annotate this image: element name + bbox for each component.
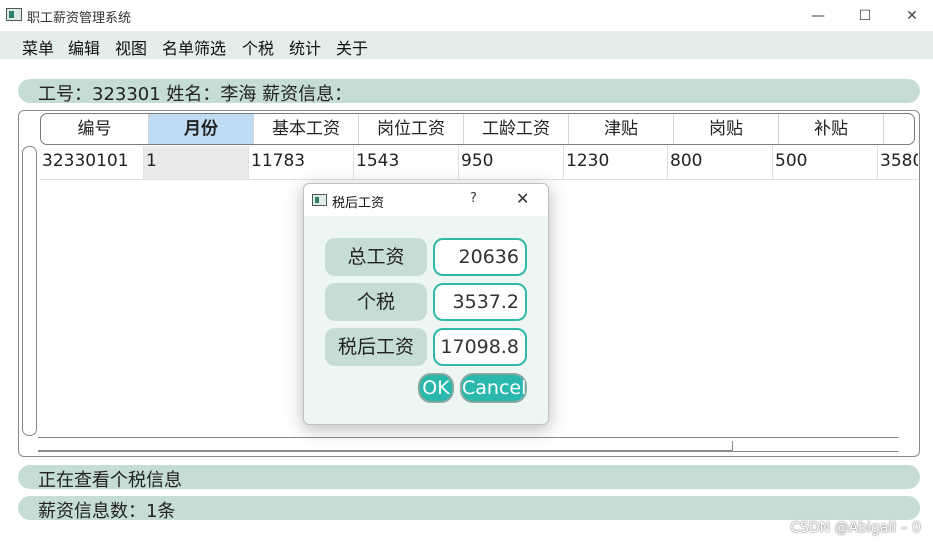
- dialog-title-bar: 税后工资 ? ✕: [304, 184, 548, 216]
- after-tax-salary-dialog: 税后工资 ? ✕ 总工资 20636 个税 3537.2 税后工资 17098.…: [303, 183, 549, 425]
- title-bar: 职工薪资管理系统 — ☐ ✕: [0, 0, 933, 31]
- help-button[interactable]: ?: [470, 191, 477, 206]
- menu-item-view[interactable]: 视图: [115, 35, 147, 59]
- horizontal-scrollbar-thumb[interactable]: [38, 441, 733, 451]
- table-header: 编号 月份 基本工资 岗位工资 工龄工资 津贴 岗贴 补贴: [40, 113, 915, 145]
- after-tax-salary-label: 税后工资: [325, 328, 427, 366]
- watermark: CSDN @Abigail – 0: [790, 520, 921, 536]
- column-header-subsidy[interactable]: 补贴: [779, 114, 884, 144]
- close-button[interactable]: ✕: [889, 0, 933, 31]
- record-count: 薪资信息数：1条: [38, 501, 176, 522]
- vertical-scrollbar[interactable]: [22, 146, 37, 436]
- record-count-bar: 薪资信息数：1条: [18, 496, 920, 522]
- menu-bar: 菜单 编辑 视图 名单筛选 个税 统计 关于: [0, 31, 933, 59]
- column-header-seniority-salary[interactable]: 工龄工资: [464, 114, 569, 144]
- cell-base-salary[interactable]: 11783: [249, 146, 354, 179]
- dialog-close-button[interactable]: ✕: [516, 189, 529, 208]
- total-salary-label: 总工资: [325, 238, 427, 276]
- menu-item-stats[interactable]: 统计: [289, 35, 321, 59]
- cell-post-subsidy[interactable]: 800: [668, 146, 773, 179]
- menu-item-about[interactable]: 关于: [336, 35, 368, 59]
- column-header-post-subsidy[interactable]: 岗贴: [674, 114, 779, 144]
- maximize-button[interactable]: ☐: [842, 0, 888, 31]
- column-header-id[interactable]: 编号: [41, 114, 149, 144]
- cell-more[interactable]: 3580: [878, 146, 918, 179]
- column-header-base-salary[interactable]: 基本工资: [254, 114, 359, 144]
- ok-button[interactable]: OK: [418, 373, 454, 403]
- status-bar: 正在查看个税信息: [18, 465, 920, 491]
- menu-item-filter[interactable]: 名单筛选: [162, 35, 226, 59]
- income-tax-field[interactable]: 3537.2: [433, 283, 527, 321]
- cell-id[interactable]: 32330101: [40, 146, 144, 179]
- column-header-post-salary[interactable]: 岗位工资: [359, 114, 464, 144]
- column-header-more[interactable]: [884, 114, 914, 144]
- minimize-button[interactable]: —: [795, 0, 841, 31]
- cell-subsidy[interactable]: 500: [773, 146, 878, 179]
- after-tax-salary-field[interactable]: 17098.8: [433, 328, 527, 366]
- employee-info-bar: 工号：323301 姓名：李海 薪资信息：: [18, 79, 920, 105]
- cancel-button[interactable]: Cancel: [460, 373, 527, 403]
- dialog-app-icon: [312, 194, 327, 206]
- cell-seniority-salary[interactable]: 950: [459, 146, 564, 179]
- horizontal-scrollbar[interactable]: [38, 437, 899, 452]
- income-tax-label: 个税: [325, 283, 427, 321]
- cell-allowance[interactable]: 1230: [564, 146, 668, 179]
- column-header-month[interactable]: 月份: [149, 114, 254, 144]
- menu-item-tax[interactable]: 个税: [242, 35, 274, 59]
- app-icon: [6, 8, 22, 21]
- total-salary-field[interactable]: 20636: [433, 238, 527, 276]
- cell-month[interactable]: 1: [144, 146, 249, 179]
- cell-post-salary[interactable]: 1543: [354, 146, 459, 179]
- column-header-allowance[interactable]: 津贴: [569, 114, 674, 144]
- employee-info-text: 工号：323301 姓名：李海 薪资信息：: [38, 84, 353, 105]
- window-title: 职工薪资管理系统: [27, 11, 132, 26]
- dialog-title: 税后工资: [332, 196, 385, 211]
- status-message: 正在查看个税信息: [38, 470, 182, 491]
- menu-item-edit[interactable]: 编辑: [68, 35, 100, 59]
- menu-item-menu[interactable]: 菜单: [22, 35, 54, 59]
- table-row[interactable]: 32330101 1 11783 1543 950 1230 800 500 3…: [40, 146, 918, 180]
